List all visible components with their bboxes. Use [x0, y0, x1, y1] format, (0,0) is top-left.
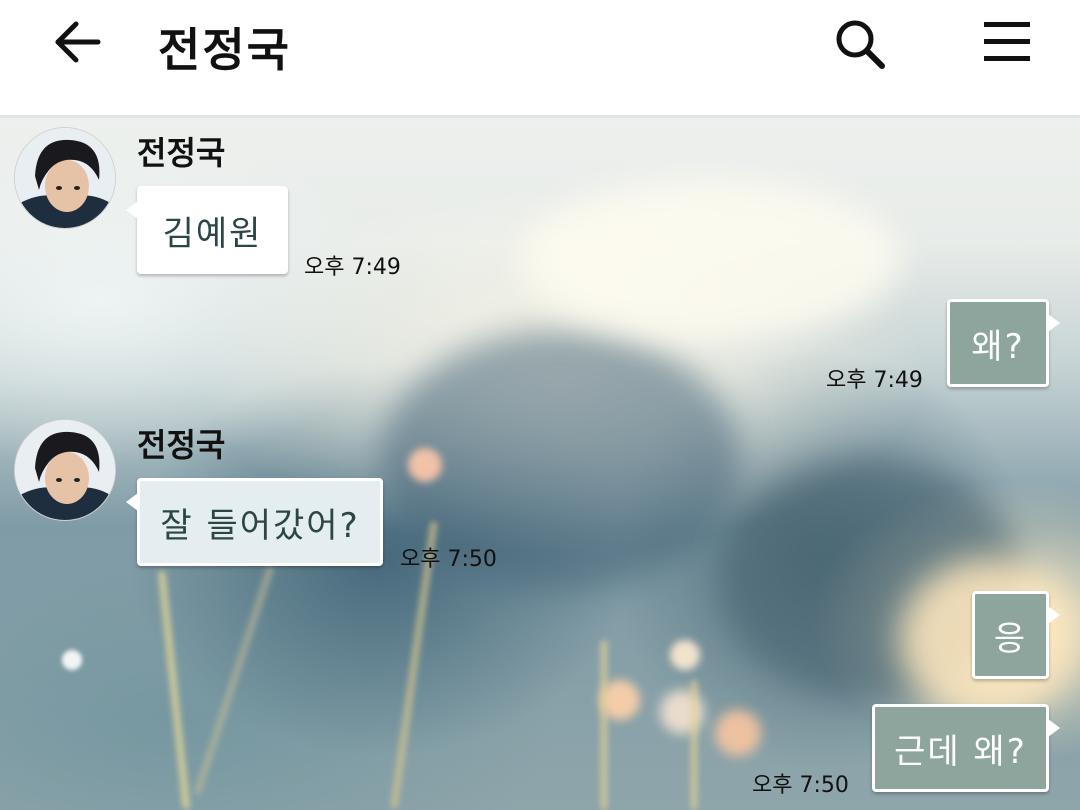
message-bubble-outgoing[interactable]: 근데 왜? — [872, 704, 1060, 792]
sender-avatar[interactable] — [15, 420, 115, 520]
message-time: 오후 7:49 — [304, 255, 401, 280]
message-bubble-incoming[interactable]: 잘 들어갔어? — [126, 478, 383, 566]
message-time: 오후 7:50 — [400, 547, 497, 572]
top-bar: 전정국 — [0, 0, 1080, 118]
profile-photo-icon — [15, 420, 115, 520]
chat-background — [0, 0, 1080, 810]
menu-button[interactable] — [980, 18, 1034, 68]
search-icon — [836, 20, 885, 69]
sender-name: 전정국 — [137, 426, 226, 464]
message-bubble-outgoing[interactable]: 왜? — [947, 299, 1060, 387]
message-time: 오후 7:49 — [826, 368, 923, 393]
sender-name: 전정국 — [137, 134, 226, 172]
hamburger-menu-icon — [984, 22, 1030, 61]
sender-avatar[interactable] — [15, 128, 115, 228]
search-button[interactable] — [830, 14, 892, 74]
back-button[interactable] — [48, 18, 108, 68]
message-time: 오후 7:50 — [752, 773, 849, 798]
profile-photo-icon — [15, 128, 115, 228]
chat-title: 전정국 — [158, 23, 291, 77]
arrow-left-icon — [55, 21, 101, 63]
message-bubble-outgoing[interactable]: 응 — [972, 591, 1060, 679]
message-bubble-incoming[interactable]: 김예원 — [126, 186, 288, 274]
